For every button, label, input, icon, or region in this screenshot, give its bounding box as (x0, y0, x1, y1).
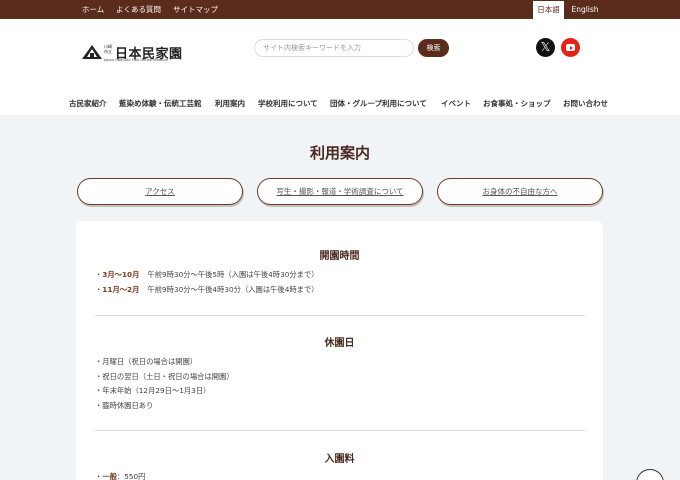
site-logo[interactable]: 川崎市立 日本民家園 Japan Open-Air Folk House Mus… (82, 43, 192, 65)
fee-value: 550円 (124, 472, 146, 480)
closed-item: ・年末年始（12月29日〜1月3日） (95, 386, 211, 395)
closed-title: 休園日 (324, 338, 355, 349)
section-divider (95, 430, 585, 431)
closed-item-text: 月曜日（祝日の場合は開園） (102, 357, 198, 366)
nav-item-dining[interactable]: お食事処・ショップ (483, 98, 551, 109)
access-button[interactable]: アクセス (77, 178, 243, 205)
search-button[interactable]: 検索 (418, 39, 449, 57)
fee-row: ・一般：550円 (95, 472, 146, 480)
nav-item-schools[interactable]: 学校利用について (258, 98, 318, 109)
thatched-roof-icon (82, 45, 102, 59)
hours-label: 11月〜2月 (102, 285, 140, 294)
hours-value: 午前9時30分〜午後4時30分（入園は午後4時まで） (147, 285, 319, 294)
closed-item-text: 年末年始（12月29日〜1月3日） (102, 386, 211, 395)
nav-item-contact[interactable]: お問い合わせ (563, 98, 608, 109)
utility-bar: ホーム よくある質問 サイトマップ 日本語 English (0, 0, 680, 19)
info-card: 開園時間 ・3月〜10月 午前9時30分〜午後5時（入園は午後4時30分まで） ・… (76, 221, 603, 480)
closed-item: ・月曜日（祝日の場合は開園） (95, 357, 198, 366)
hours-row: ・3月〜10月 午前9時30分〜午後5時（入園は午後4時30分まで） (95, 270, 319, 279)
fee-label: 一般 (102, 472, 117, 480)
faq-link[interactable]: よくある質問 (116, 0, 161, 19)
logo-small-text: 川崎市立 (104, 44, 112, 54)
closed-item-text: 臨時休園日あり (102, 401, 154, 410)
closed-item: ・祝日の翌日（土日・祝日の場合は開園） (95, 372, 234, 381)
logo-english: Japan Open-Air Folk House Museum (104, 58, 169, 62)
closed-item: ・臨時休園日あり (95, 401, 154, 410)
hours-label: 3月〜10月 (102, 270, 140, 279)
nav-item-groups[interactable]: 団体・グループ利用について (330, 98, 427, 109)
hours-row: ・11月〜2月 午前9時30分〜午後4時30分（入園は午後4時まで） (95, 285, 319, 294)
accessibility-button[interactable]: お身体の不自由な方へ (437, 178, 603, 205)
fee-title: 入園料 (324, 454, 355, 465)
section-divider (95, 315, 585, 316)
nav-item-houses[interactable]: 古民家紹介 (69, 98, 107, 109)
youtube-icon[interactable] (561, 38, 580, 57)
nav-item-indigo[interactable]: 藍染め体験・伝統工芸館 (119, 98, 202, 109)
sitemap-link[interactable]: サイトマップ (173, 0, 218, 19)
lang-japanese[interactable]: 日本語 (533, 1, 564, 19)
photography-button[interactable]: 写生・撮影・報道・学術調査について (257, 178, 423, 205)
home-link[interactable]: ホーム (82, 0, 104, 19)
hours-title: 開園時間 (319, 251, 360, 262)
x-twitter-icon[interactable]: 𝕏 (536, 38, 555, 57)
global-nav: 古民家紹介 藍染め体験・伝統工芸館 利用案内 学校利用について 団体・グループ利… (0, 98, 680, 110)
closed-item-text: 祝日の翌日（土日・祝日の場合は開園） (102, 372, 234, 381)
nav-item-events[interactable]: イベント (441, 98, 471, 109)
page-top-button[interactable] (636, 469, 664, 480)
nav-item-guide[interactable]: 利用案内 (215, 98, 245, 109)
site-header: 川崎市立 日本民家園 Japan Open-Air Folk House Mus… (0, 19, 680, 115)
page-title: 利用案内 (309, 144, 370, 162)
lang-english[interactable]: English (567, 1, 603, 19)
search-input[interactable] (254, 39, 414, 57)
hours-value: 午前9時30分〜午後5時（入園は午後4時30分まで） (147, 270, 319, 279)
